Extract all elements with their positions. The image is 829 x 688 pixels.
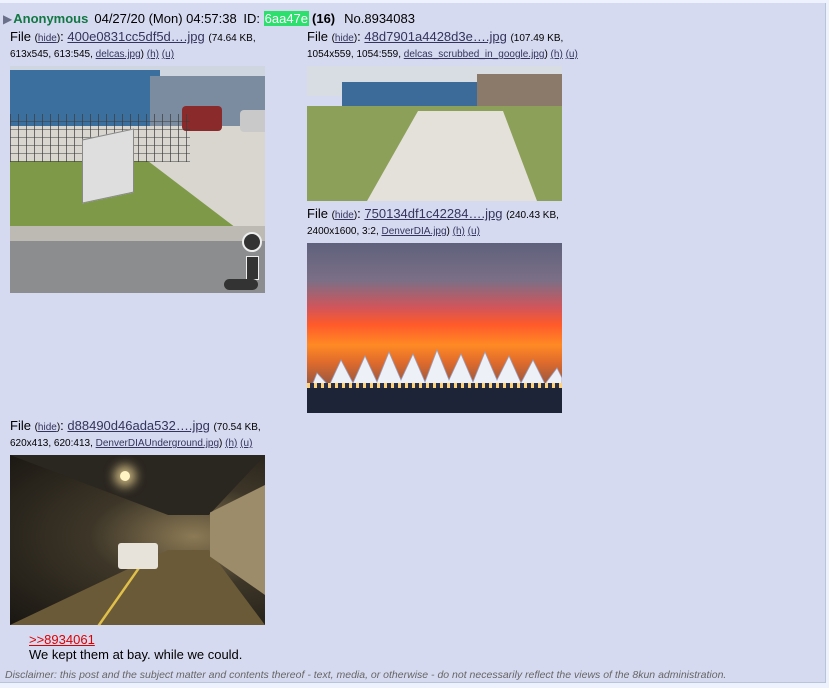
file-thumbnail[interactable] [307,243,562,413]
file-dimensions: 2400x1600, 3:2, [307,226,379,237]
id-label: ID: [243,11,260,26]
file-thumbnail[interactable] [307,66,562,201]
file-label: File [10,29,31,44]
poster-id[interactable]: 6aa47e [263,11,310,26]
hide-image-link[interactable]: (h) [551,49,563,60]
file-info: File (hide): 400e0831cc5df5d….jpg (74.64… [10,29,256,60]
original-filename-link[interactable]: delcas_scrubbed_in_google.jpg [404,49,545,60]
post-message: We kept them at bay. while we could. [29,647,243,662]
file-size: (70.54 KB, [213,422,261,433]
disclaimer: Disclaimer: this post and the subject ma… [5,669,727,681]
file-dimensions: 613x545, 613:545, [10,49,93,60]
file-name-link[interactable]: d88490d46ada532….jpg [67,418,209,433]
hide-image-link[interactable]: (h) [453,226,465,237]
file-name-link[interactable]: 400e0831cc5df5d….jpg [67,29,204,44]
unhide-image-link[interactable]: (u) [566,49,578,60]
unhide-image-link[interactable]: (u) [240,438,252,449]
file-size: (74.64 KB, [208,33,256,44]
hide-image-link[interactable]: (h) [225,438,237,449]
file-block: File (hide): d88490d46ada532….jpg (70.54… [10,417,261,452]
reply-quote-link[interactable]: >>8934061 [29,632,242,647]
file-label: File [307,206,328,221]
file-thumbnail[interactable] [10,455,265,625]
file-info: File (hide): 750134df1c42284….jpg (240.4… [307,206,559,237]
file-label: File [10,418,31,433]
post-reply: ▶Anonymous 04/27/20 (Mon) 04:57:38 ID: 6a… [0,3,826,683]
hide-link[interactable]: hide [38,33,57,44]
hide-link[interactable]: hide [335,33,354,44]
original-filename-link[interactable]: delcas.jpg [96,49,141,60]
hide-image-link[interactable]: (h) [147,49,159,60]
file-size: (107.49 KB, [510,33,564,44]
file-dimensions: 620x413, 620:413, [10,438,93,449]
file-info: File (hide): 48d7901a4428d3e….jpg (107.4… [307,29,578,60]
file-name-link[interactable]: 48d7901a4428d3e….jpg [364,29,506,44]
post-intro: ▶Anonymous 04/27/20 (Mon) 04:57:38 ID: 6a… [3,11,415,27]
file-block: File (hide): 400e0831cc5df5d….jpg (74.64… [10,28,256,63]
post-date: 04/27/20 (Mon) 04:57:38 [94,11,237,26]
file-thumbnail[interactable] [10,66,265,293]
file-label: File [307,29,328,44]
file-block: File (hide): 750134df1c42284….jpg (240.4… [307,205,559,240]
file-info: File (hide): d88490d46ada532….jpg (70.54… [10,418,261,449]
hide-link[interactable]: hide [38,422,57,433]
zoom-control-icon [246,256,259,280]
hide-link[interactable]: hide [335,210,354,221]
unhide-image-link[interactable]: (u) [162,49,174,60]
post-number-link[interactable]: No.8934083 [344,11,415,26]
unhide-image-link[interactable]: (u) [468,226,480,237]
sign-image-detail [82,128,134,204]
post-body: >>8934061 We kept them at bay. while we … [29,632,242,662]
compass-icon [242,232,262,252]
original-filename-link[interactable]: DenverDIAUnderground.jpg [96,438,219,449]
original-filename-link[interactable]: DenverDIA.jpg [382,226,447,237]
file-block: File (hide): 48d7901a4428d3e….jpg (107.4… [307,28,578,63]
cart-image-detail [118,543,158,569]
post-menu-arrow-icon[interactable]: ▶ [3,12,12,26]
file-size: (240.43 KB, [506,210,559,221]
poster-name: Anonymous [13,11,89,26]
file-name-link[interactable]: 750134df1c42284….jpg [364,206,502,221]
pan-control-icon [224,279,258,290]
poster-post-count: (16) [312,11,336,26]
file-dimensions: 1054x559, 1054:559, [307,49,401,60]
